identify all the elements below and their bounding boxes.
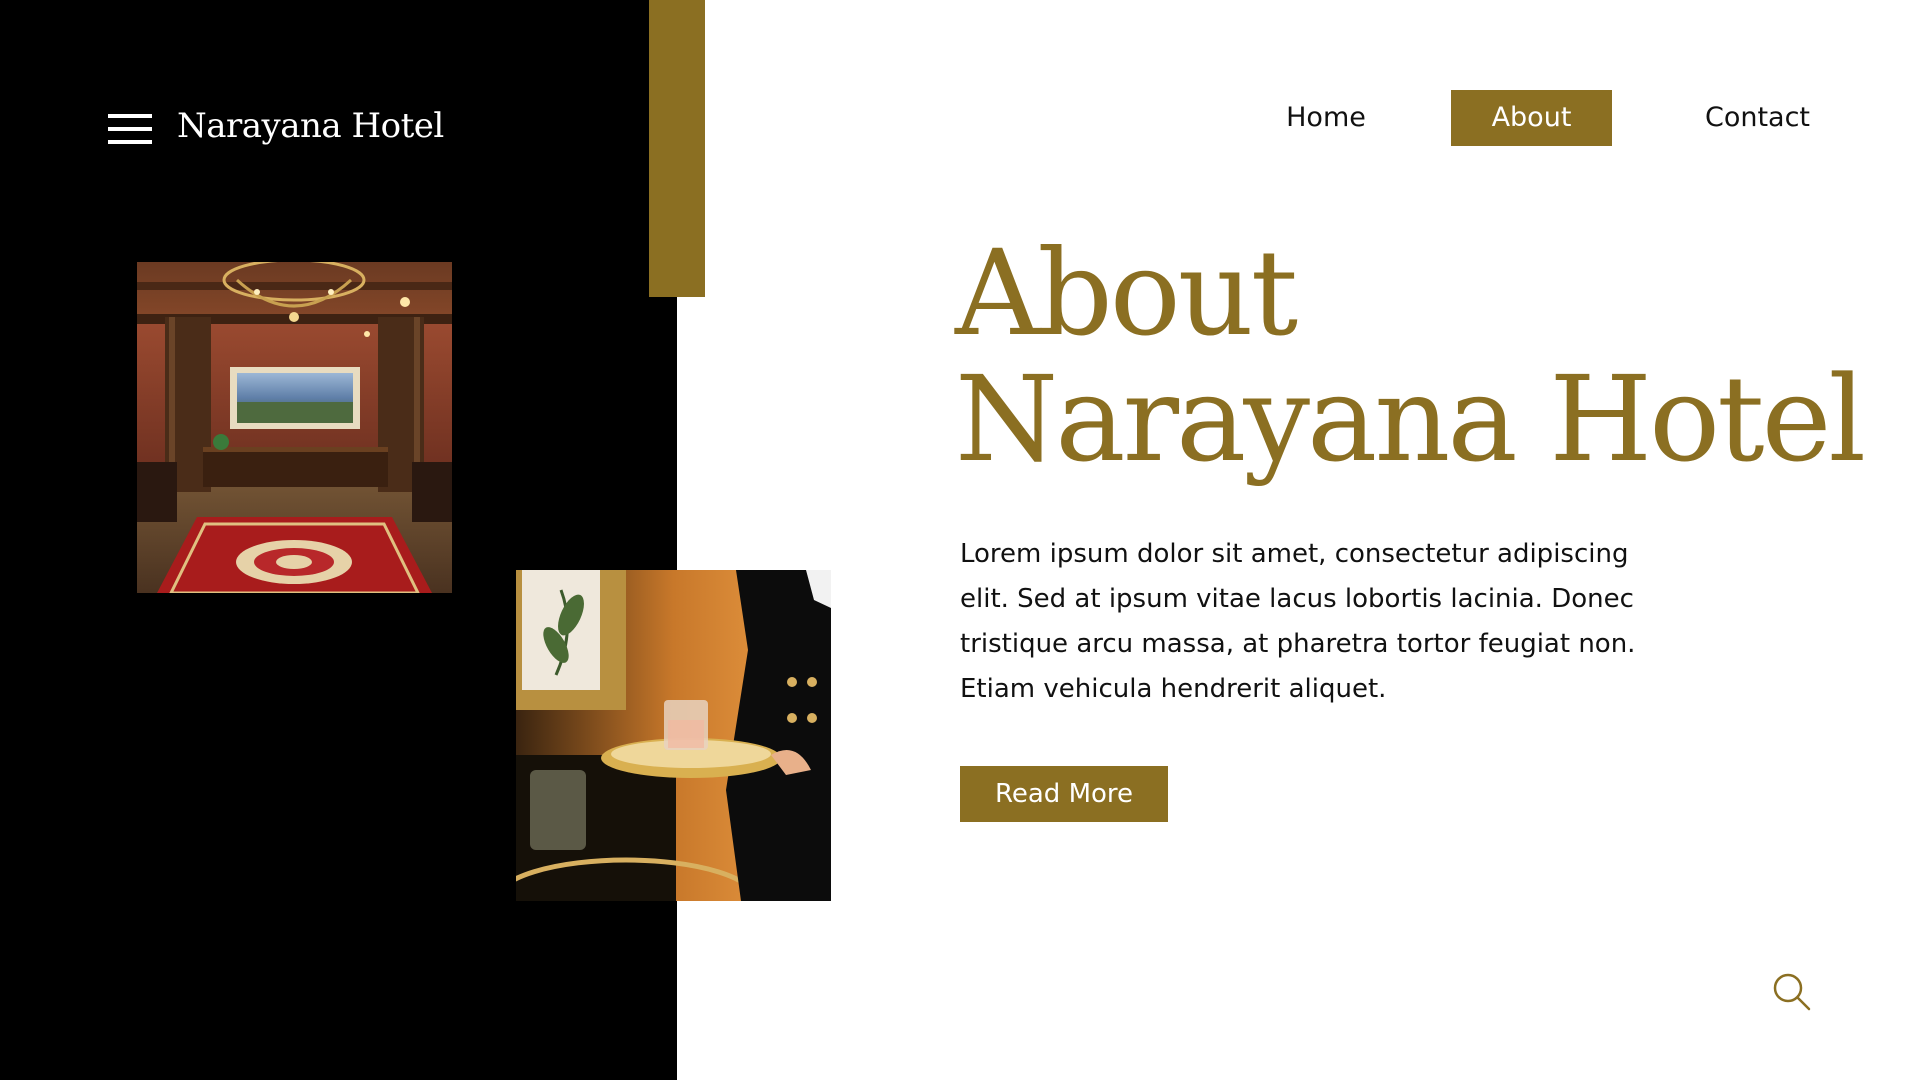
nav-home[interactable]: Home xyxy=(1270,90,1382,146)
hamburger-menu-icon[interactable] xyxy=(108,114,152,144)
nav-about[interactable]: About xyxy=(1451,90,1612,146)
page-title-line-2: Narayana Hotel xyxy=(955,350,1866,488)
read-more-button[interactable]: Read More xyxy=(960,766,1168,822)
nav-contact[interactable]: Contact xyxy=(1690,90,1825,146)
lobby-photo xyxy=(137,262,452,593)
search-icon[interactable] xyxy=(1772,972,1812,1012)
waiter-photo xyxy=(516,570,831,901)
page-title: About Narayana Hotel xyxy=(955,224,1866,488)
page: Narayana Hotel Home About Contact About … xyxy=(0,0,1920,1080)
accent-bar xyxy=(649,0,705,297)
page-title-line-1: About xyxy=(955,224,1298,362)
about-description: Lorem ipsum dolor sit amet, consectetur … xyxy=(960,539,1636,704)
brand-logo-text[interactable]: Narayana Hotel xyxy=(177,104,444,148)
